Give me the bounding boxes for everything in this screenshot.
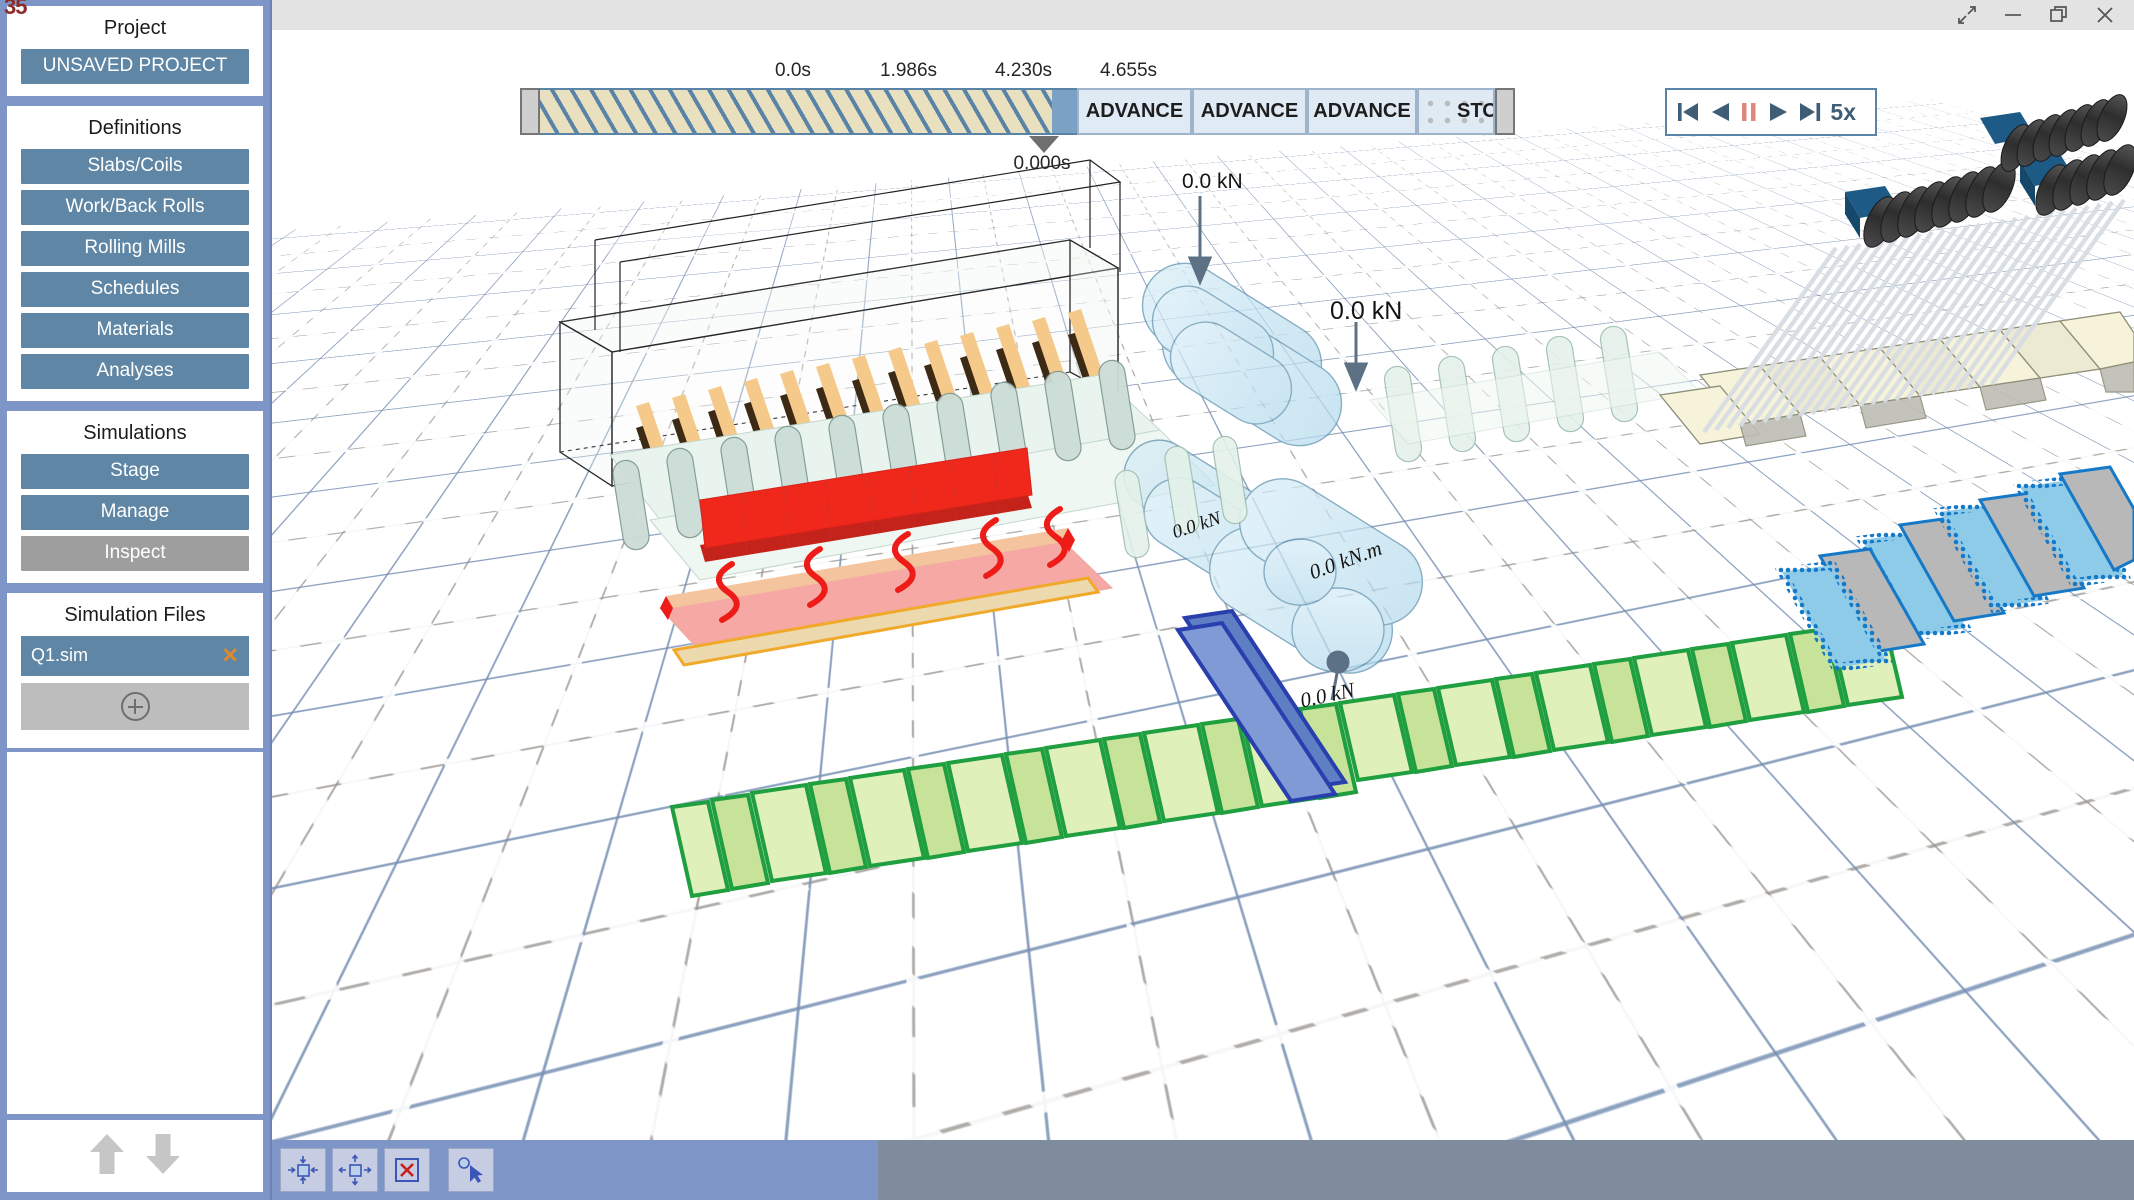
simulation-file-name: Q1.sim	[31, 645, 88, 665]
add-simulation-file-button[interactable]	[21, 683, 249, 730]
play-icon[interactable]	[1763, 97, 1793, 127]
timeline-track[interactable]: ADVANCE ADVANCE ADVANCE STOP	[520, 88, 1640, 135]
zoom-to-fit-icon[interactable]	[280, 1148, 326, 1192]
scroll-down-icon[interactable]	[146, 1134, 180, 1174]
timeline-segment-advance-1[interactable]: ADVANCE	[1077, 88, 1192, 135]
minimize-icon[interactable]	[2002, 4, 2024, 26]
rolling-mill-3d-scene[interactable]: 0.0 kN 0.0 kN 0.0 kN 0.0 kN.m 0.0 kN	[0, 0, 2134, 1200]
timeline-elapsed-hatch	[540, 88, 1052, 135]
viewport-tool-group-left	[280, 1148, 430, 1192]
corner-id-label: 35	[4, 0, 26, 18]
rewind-icon[interactable]	[1705, 97, 1735, 127]
zoom-expand-icon[interactable]	[332, 1148, 378, 1192]
sidebar-item-inspect[interactable]: Inspect	[21, 536, 249, 571]
viewport-tool-group-right	[448, 1148, 494, 1192]
delete-x-icon[interactable]	[384, 1148, 430, 1192]
timeline-segment-stop[interactable]: STOP	[1417, 88, 1495, 135]
timeline-left-handle[interactable]	[520, 88, 540, 135]
close-icon[interactable]: ✕	[221, 646, 239, 667]
playback-controls[interactable]: 5x	[1665, 88, 1877, 136]
annotation-force-1: 0.0 kN	[1182, 170, 1243, 194]
window-titlebar	[272, 0, 2134, 30]
bottom-status-bar	[272, 1140, 2134, 1200]
scene-geometry	[0, 0, 2134, 1200]
annotation-force-2: 0.0 kN	[1330, 297, 1402, 326]
timeline-segment-advance-3[interactable]: ADVANCE	[1307, 88, 1417, 135]
definitions-panel: Definitions Slabs/Coils Work/Back Rolls …	[5, 104, 265, 403]
timeline-playhead-icon[interactable]	[1029, 136, 1059, 153]
restore-icon[interactable]	[2048, 4, 2070, 26]
skip-back-icon[interactable]	[1673, 97, 1703, 127]
timeline-tick: 0.0s	[775, 60, 811, 82]
expand-icon[interactable]	[1956, 4, 1978, 26]
simulation-timeline[interactable]: 0.0s 1.986s 4.230s 4.655s ADVANCE ADVANC…	[520, 60, 1640, 145]
timeline-tick: 1.986s	[880, 60, 937, 82]
unsaved-project-button[interactable]: UNSAVED PROJECT	[21, 49, 249, 84]
sidebar-item-materials[interactable]: Materials	[21, 313, 249, 348]
sidebar-item-manage[interactable]: Manage	[21, 495, 249, 530]
timeline-playhead-label: 0.000s	[997, 153, 1087, 175]
cursor-select-icon[interactable]	[448, 1148, 494, 1192]
definitions-panel-title: Definitions	[21, 111, 249, 149]
simulations-panel: Simulations Stage Manage Inspect	[5, 409, 265, 585]
sidebar-item-work-back-rolls[interactable]: Work/Back Rolls	[21, 190, 249, 225]
timeline-tick: 4.655s	[1100, 60, 1157, 82]
pause-icon[interactable]	[1737, 97, 1761, 127]
timeline-segment-advance-2[interactable]: ADVANCE	[1192, 88, 1307, 135]
timeline-tick: 4.230s	[995, 60, 1052, 82]
project-panel-title: Project	[21, 11, 249, 49]
sidebar-item-rolling-mills[interactable]: Rolling Mills	[21, 231, 249, 266]
sidebar-scroll-controls	[5, 1120, 265, 1194]
timeline-tick-labels: 0.0s 1.986s 4.230s 4.655s	[520, 60, 1640, 88]
sidebar-item-schedules[interactable]: Schedules	[21, 272, 249, 307]
simulations-panel-title: Simulations	[21, 416, 249, 454]
sidebar-item-analyses[interactable]: Analyses	[21, 354, 249, 389]
timeline-right-handle[interactable]	[1495, 88, 1515, 135]
sidebar-item-stage[interactable]: Stage	[21, 454, 249, 489]
skip-forward-icon[interactable]	[1795, 97, 1825, 127]
timeline-current-marker	[1052, 88, 1077, 135]
project-panel: Project UNSAVED PROJECT	[5, 4, 265, 98]
simulation-files-panel: Simulation Files Q1.sim ✕	[5, 591, 265, 750]
simulation-files-panel-title: Simulation Files	[21, 598, 249, 636]
left-sidebar: 35 Project UNSAVED PROJECT Definitions S…	[0, 0, 272, 1200]
app-window: 0.0 kN 0.0 kN 0.0 kN 0.0 kN.m 0.0 kN 0.0…	[0, 0, 2134, 1200]
close-icon[interactable]	[2094, 4, 2116, 26]
playback-speed-label[interactable]: 5x	[1830, 99, 1869, 126]
list-item[interactable]: Q1.sim ✕	[21, 636, 249, 676]
scroll-up-icon[interactable]	[90, 1134, 124, 1174]
sidebar-item-slabs-coils[interactable]: Slabs/Coils	[21, 149, 249, 184]
plus-icon	[121, 692, 150, 721]
sidebar-filler	[5, 750, 265, 1114]
